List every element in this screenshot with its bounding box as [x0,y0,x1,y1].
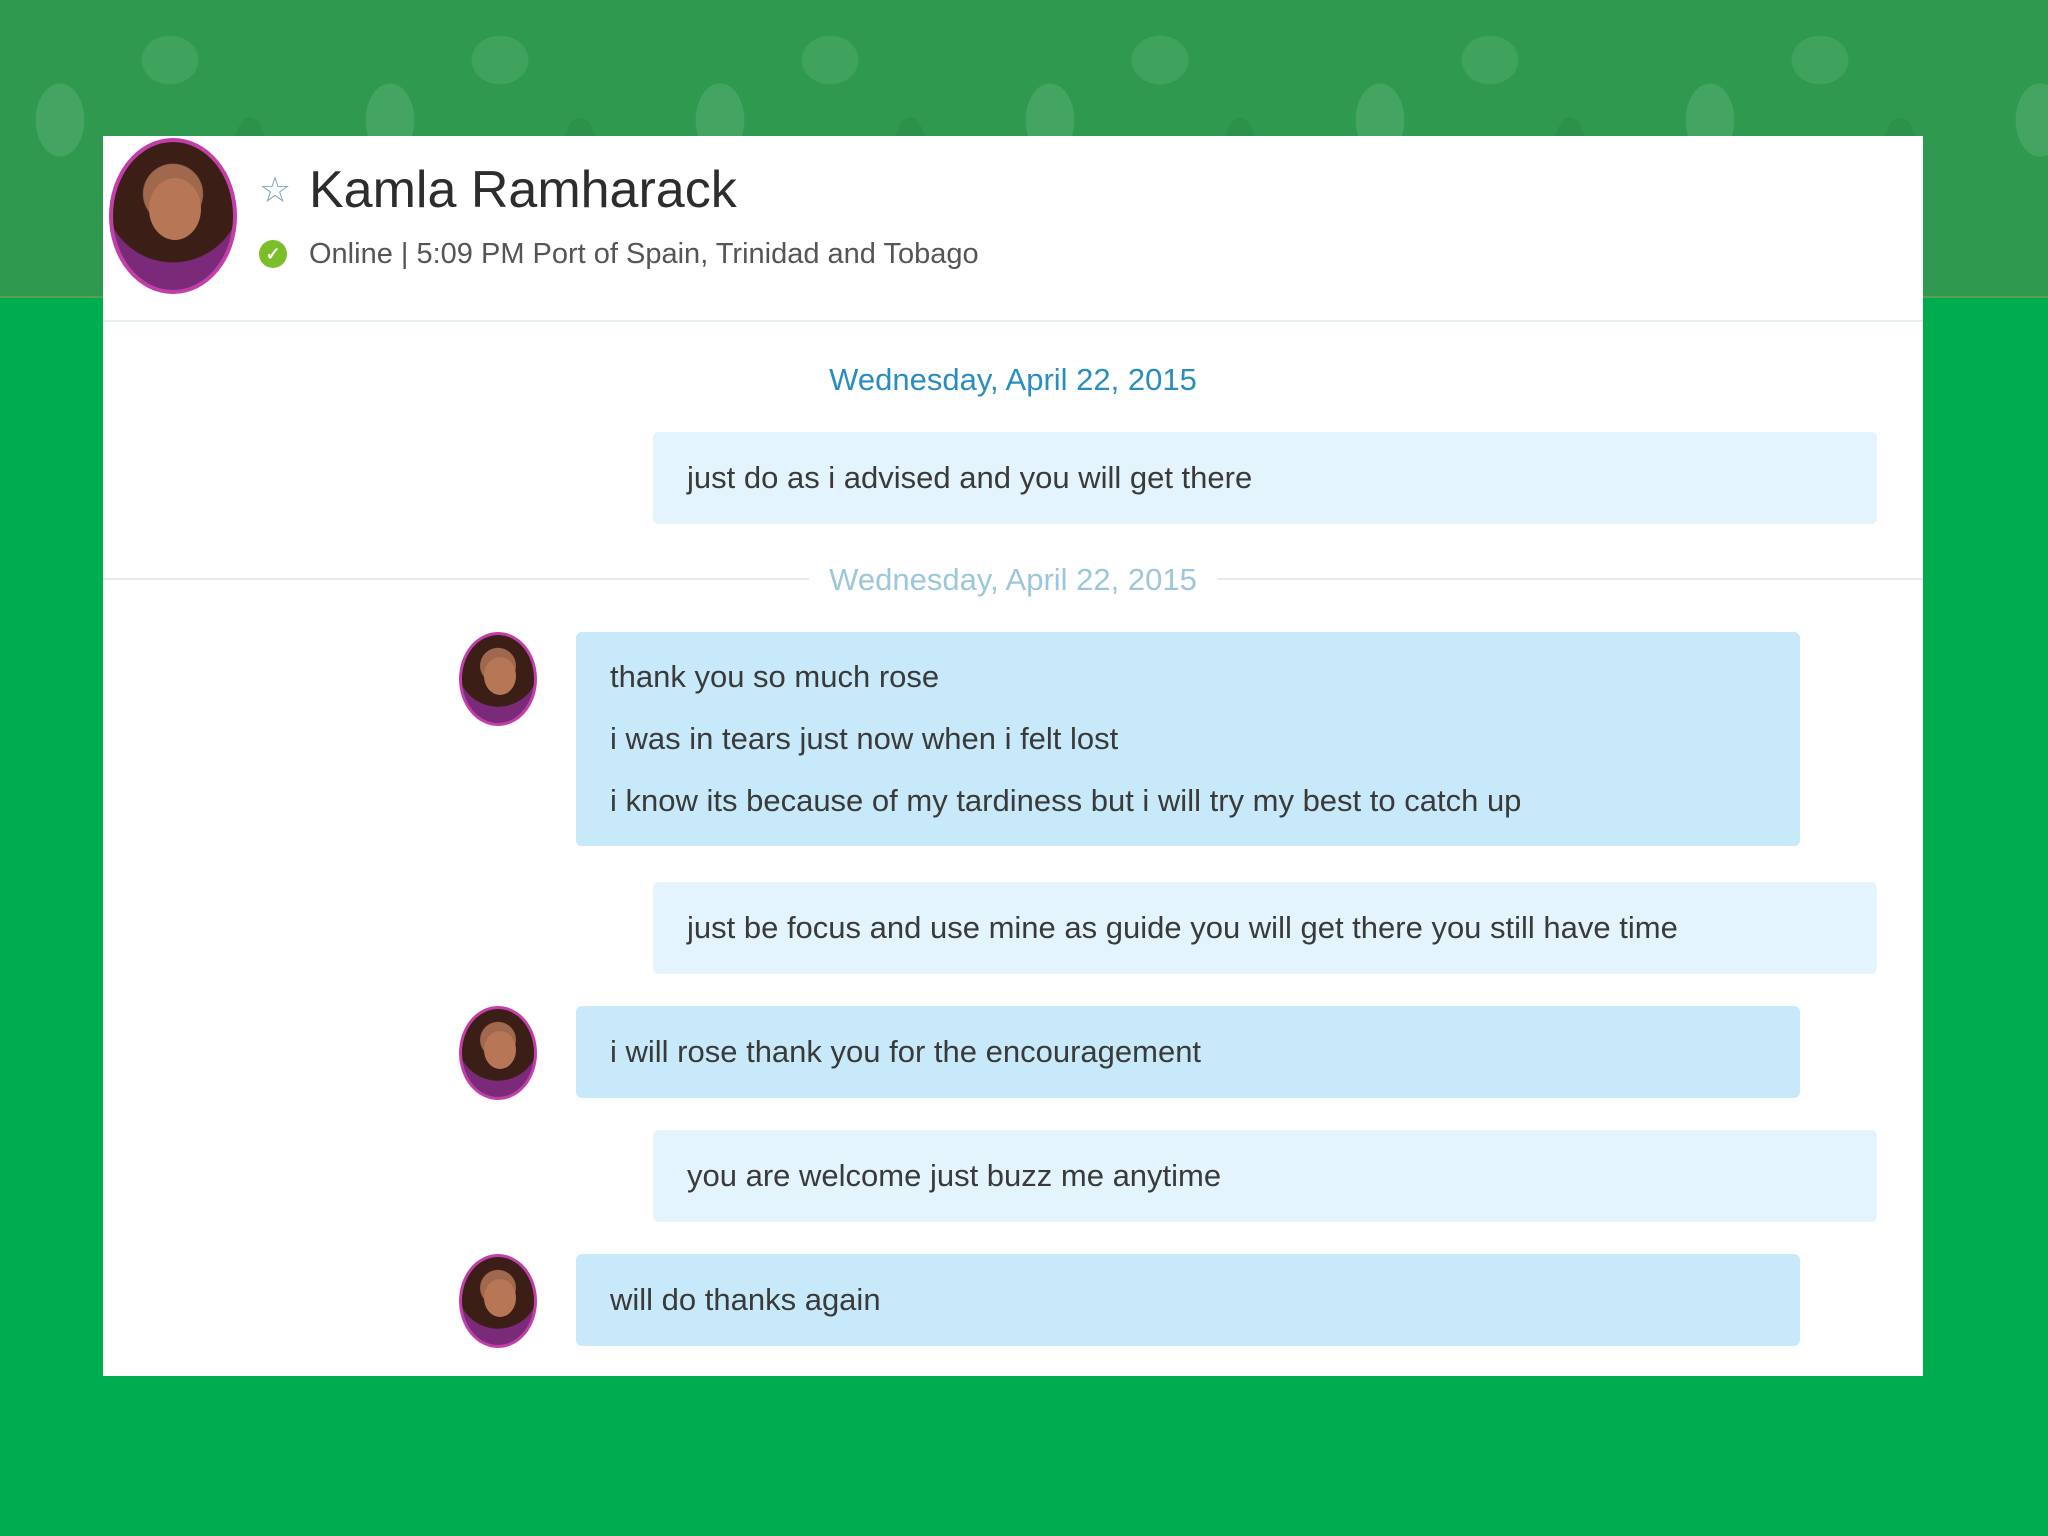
message-text: just be focus and use mine as guide you … [687,910,1678,945]
contact-avatar-small [459,632,537,726]
date-separator: Wednesday, April 22, 2015 [103,358,1923,402]
message-text: just do as i advised and you will get th… [687,460,1253,495]
contact-avatar-small [459,1006,537,1100]
status-text: Online | 5:09 PM Port of Spain, Trinidad… [309,238,979,270]
message-text: i will rose thank you for the encouragem… [610,1034,1202,1069]
star-icon[interactable]: ☆ [253,168,297,212]
message-text: i was in tears just now when i felt lost [610,721,1119,756]
online-status-icon: ✓ [259,240,287,268]
chat-header: ☆ Kamla Ramharack ✓ Online | 5:09 PM Por… [103,136,1923,322]
contact-avatar-small [459,1254,537,1348]
message-bubble-sent[interactable]: just do as i advised and you will get th… [653,432,1877,524]
chat-window: ☆ Kamla Ramharack ✓ Online | 5:09 PM Por… [103,136,1923,1376]
message-bubble-received[interactable]: thank you so much rose i was in tears ju… [576,632,1800,846]
message-bubble-sent[interactable]: just be focus and use mine as guide you … [653,882,1877,974]
message-text: thank you so much rose [610,659,940,694]
date-label: Wednesday, April 22, 2015 [809,362,1217,397]
contact-name: Kamla Ramharack [309,161,737,219]
message-bubble-received[interactable]: will do thanks again [576,1254,1800,1346]
message-text: you are welcome just buzz me anytime [687,1158,1222,1193]
message-bubble-sent[interactable]: you are welcome just buzz me anytime [653,1130,1877,1222]
date-separator: Wednesday, April 22, 2015 [103,558,1923,602]
message-bubble-received[interactable]: i will rose thank you for the encouragem… [576,1006,1800,1098]
date-label: Wednesday, April 22, 2015 [809,562,1217,597]
message-text: i know its because of my tardiness but i… [610,783,1522,818]
contact-avatar[interactable] [109,138,237,294]
message-text: will do thanks again [610,1282,881,1317]
